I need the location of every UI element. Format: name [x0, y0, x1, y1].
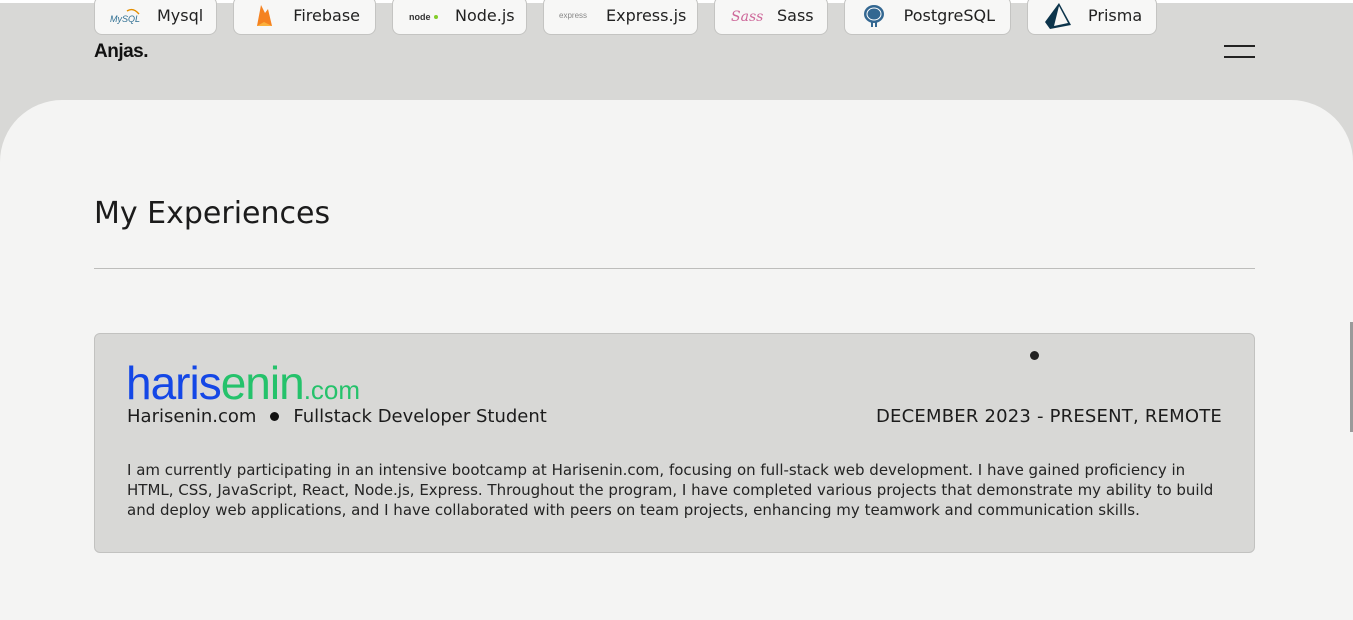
logo-text-part: .com: [303, 375, 361, 405]
logo-text-part: enin: [220, 357, 305, 409]
express-icon: express: [558, 3, 592, 29]
prisma-icon: [1042, 2, 1074, 29]
mysql-icon: MySQL: [109, 3, 143, 29]
tech-chip-label: Sass: [777, 6, 814, 25]
tech-chip-prisma[interactable]: Prisma: [1027, 0, 1157, 35]
tech-chip-postgresql[interactable]: PostgreSQL: [844, 0, 1011, 35]
svg-text:node: node: [409, 12, 431, 22]
svg-text:Sass: Sass: [731, 9, 763, 25]
menu-line: [1224, 45, 1255, 47]
tech-chip-label: Node.js: [455, 6, 515, 25]
tech-chip-label: Prisma: [1088, 6, 1143, 25]
bullet-separator: [270, 412, 280, 421]
tech-chip-express[interactable]: express Express.js: [543, 0, 698, 35]
tech-chip-label: Mysql: [157, 6, 204, 25]
hamburger-menu-icon[interactable]: [1224, 44, 1256, 60]
company-name: Harisenin.com: [127, 406, 257, 427]
tech-chip-label: PostgreSQL: [903, 6, 995, 25]
svg-text:express: express: [559, 11, 587, 20]
tech-chip-label: Firebase: [293, 6, 360, 25]
tech-chip-mysql[interactable]: MySQL Mysql: [94, 0, 217, 35]
tech-chip-nodejs[interactable]: node Node.js: [392, 0, 527, 35]
svg-text:MySQL: MySQL: [110, 14, 140, 24]
experience-description: I am currently participating in an inten…: [127, 461, 1214, 519]
tech-chip-sass[interactable]: Sass Sass: [714, 0, 828, 35]
site-logo[interactable]: Anjas.: [94, 41, 149, 63]
firebase-icon: [248, 3, 279, 29]
experience-card: harisenin.com Harisenin.com Fullstack De…: [94, 333, 1255, 553]
experience-period: DECEMBER 2023 - PRESENT, REMOTE: [876, 406, 1222, 427]
tech-chip-firebase[interactable]: Firebase: [233, 0, 376, 35]
dot-marker: [1030, 351, 1039, 360]
sass-icon: Sass: [729, 3, 763, 29]
section-divider: [94, 268, 1255, 269]
postgresql-icon: [859, 3, 890, 29]
tech-chip-label: Express.js: [606, 6, 687, 25]
menu-line: [1224, 56, 1255, 58]
experience-meta: Harisenin.com Fullstack Developer Studen…: [127, 406, 547, 427]
logo-text-part: haris: [126, 357, 222, 409]
job-role: Fullstack Developer Student: [293, 406, 547, 427]
section-title: My Experiences: [94, 196, 331, 231]
tech-stack-row: MySQL Mysql Firebase node Node.js expres…: [0, 0, 1353, 40]
nodejs-icon: node: [407, 3, 441, 29]
